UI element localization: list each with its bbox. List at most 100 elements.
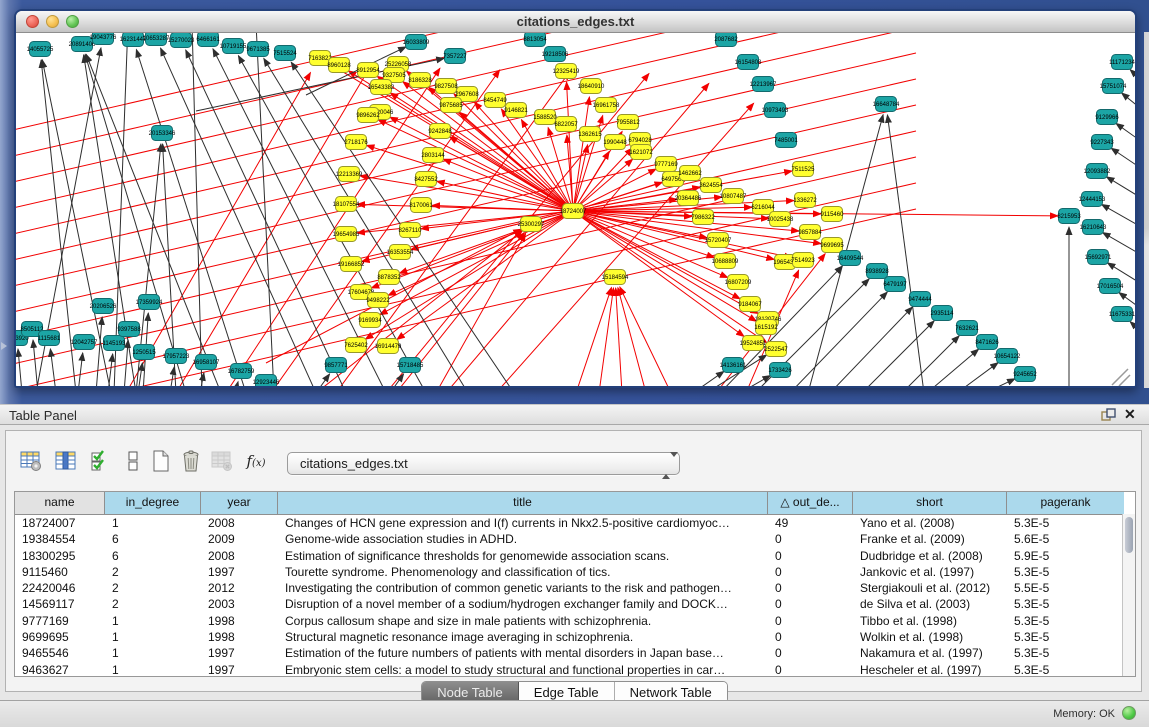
graph-node[interactable]: 8186328 — [408, 73, 432, 88]
column-header-out_de[interactable]: △ out_de... — [768, 492, 853, 514]
table-cell[interactable]: 1 — [105, 645, 201, 661]
graph-node[interactable]: 12213967 — [750, 77, 777, 92]
table-cell[interactable]: 1 — [105, 613, 201, 629]
graph-node[interactable]: 16782759 — [228, 364, 255, 379]
graph-node[interactable]: 9857771 — [324, 358, 348, 373]
graph-node[interactable]: 1733426 — [768, 363, 792, 378]
close-panel-icon[interactable]: ✕ — [1124, 406, 1136, 423]
graph-node[interactable]: 15751074 — [1100, 79, 1127, 94]
graph-node[interactable]: 8471626 — [975, 335, 999, 350]
graph-node[interactable]: 19166852 — [338, 257, 365, 272]
graph-node[interactable]: 9671385 — [246, 42, 270, 57]
graph-edge[interactable] — [790, 292, 887, 387]
graph-node[interactable]: 20364486 — [675, 191, 702, 206]
table-cell[interactable]: Genome-wide association studies in ADHD. — [278, 531, 768, 547]
new-table-button[interactable] — [148, 448, 174, 474]
graph-node[interactable]: 16648784 — [873, 97, 900, 112]
table-cell[interactable]: 0 — [768, 596, 853, 612]
table-cell[interactable]: Wolkin et al. (1998) — [853, 629, 1007, 645]
table-cell[interactable]: Embryonic stem cells: a model to study s… — [278, 662, 768, 677]
table-cell[interactable]: 5.3E-5 — [1007, 629, 1124, 645]
graph-node[interactable]: 2803144 — [421, 148, 445, 163]
graph-node[interactable]: 12213369 — [336, 167, 363, 182]
graph-edge[interactable] — [235, 382, 238, 387]
graph-node[interactable]: 1250515 — [132, 345, 156, 360]
graph-node[interactable]: 9184067 — [738, 297, 762, 312]
table-cell[interactable]: 5.9E-5 — [1007, 548, 1124, 564]
table-row[interactable]: 1830029562008Estimation of significance … — [15, 548, 1135, 564]
table-cell[interactable]: Tibbo et al. (1998) — [853, 613, 1007, 629]
graph-node[interactable]: 18724007 — [560, 204, 587, 219]
table-cell[interactable]: 5.3E-5 — [1007, 596, 1124, 612]
graph-edge[interactable] — [927, 349, 979, 387]
graph-node[interactable]: 9857884 — [798, 225, 822, 240]
graph-edge[interactable] — [1130, 321, 1135, 355]
graph-node[interactable]: 16409544 — [837, 251, 864, 266]
graph-node[interactable]: 10688809 — [712, 254, 739, 269]
graph-node[interactable]: 8170061 — [409, 198, 433, 213]
graph-node[interactable]: 10654122 — [994, 349, 1021, 364]
table-row[interactable]: 911546021997Tourette syndrome. Phenomeno… — [15, 564, 1135, 580]
graph-node[interactable]: 10025438 — [767, 212, 794, 227]
graph-edge[interactable] — [618, 288, 646, 387]
table-cell[interactable]: 5.3E-5 — [1007, 613, 1124, 629]
table-cell[interactable]: Changes of HCN gene expression and I(f) … — [278, 515, 768, 531]
column-header-in_degree[interactable]: in_degree — [105, 492, 201, 514]
graph-edge[interactable] — [740, 375, 770, 387]
graph-node[interactable]: 20206526 — [90, 299, 117, 314]
graph-edge[interactable] — [316, 374, 330, 387]
graph-node[interactable]: 9245652 — [1013, 367, 1037, 382]
table-cell[interactable]: 9699695 — [15, 629, 105, 645]
table-cell[interactable]: 2 — [105, 564, 201, 580]
graph-node[interactable]: 9115460 — [821, 207, 845, 222]
graph-node[interactable]: 1621072 — [629, 145, 653, 160]
graph-node[interactable]: 12325419 — [553, 64, 580, 79]
table-row[interactable]: 2242004622012Investigating the contribut… — [15, 580, 1135, 596]
graph-edge[interactable] — [902, 336, 959, 387]
graph-edge[interactable] — [616, 288, 622, 387]
graph-node[interactable]: 7986322 — [691, 210, 715, 225]
graph-node[interactable]: 15718485 — [397, 358, 424, 373]
table-cell[interactable]: Investigating the contribution of common… — [278, 580, 768, 596]
table-selector-dropdown[interactable]: citations_edges.txt — [287, 452, 680, 475]
table-cell[interactable]: 18300295 — [15, 548, 105, 564]
table-cell[interactable]: Corpus callosum shape and size in male p… — [278, 613, 768, 629]
table-cell[interactable]: 0 — [768, 613, 853, 629]
vertical-scrollbar[interactable] — [1122, 514, 1135, 676]
graph-node[interactable]: 8878352 — [377, 270, 401, 285]
graph-node[interactable]: 15720407 — [705, 233, 732, 248]
graph-edge[interactable] — [985, 379, 1015, 387]
graph-node[interactable]: 17016504 — [1097, 279, 1124, 294]
column-header-short[interactable]: short — [853, 492, 1007, 514]
graph-node[interactable]: 20153346 — [149, 126, 176, 141]
graph-node[interactable]: 18640910 — [578, 79, 605, 94]
graph-node[interactable]: 16353554 — [387, 245, 414, 260]
column-header-title[interactable]: title — [278, 492, 768, 514]
table-cell[interactable]: 6 — [105, 548, 201, 564]
graph-node[interactable]: 16961758 — [593, 98, 620, 113]
graph-node[interactable]: 25300297 — [518, 217, 545, 232]
network-graph[interactable]: 1872400725300297716382289601288912954252… — [16, 33, 1135, 387]
memory-ok-indicator-icon[interactable] — [1122, 706, 1136, 720]
table-cell[interactable]: 1998 — [201, 629, 278, 645]
table-cell[interactable]: 9465546 — [15, 645, 105, 661]
graph-node[interactable]: 16543382 — [368, 80, 395, 95]
network-view-window[interactable]: citations_edges.txt 18724007253002977163… — [14, 9, 1137, 388]
graph-edge[interactable] — [1111, 148, 1135, 185]
delete-entries-button[interactable] — [178, 448, 204, 474]
graph-node[interactable]: 6466161 — [196, 33, 220, 47]
graph-node[interactable]: 3624554 — [699, 178, 723, 193]
graph-edge[interactable] — [378, 120, 573, 211]
graph-node[interactable]: 2935114 — [931, 306, 955, 321]
graph-edge[interactable] — [16, 33, 916, 221]
graph-node[interactable]: 2522547 — [764, 342, 788, 357]
graph-node[interactable]: 2718176 — [344, 135, 368, 150]
graph-node[interactable]: 12042757 — [71, 335, 98, 350]
function-builder-button[interactable]: f(x) — [240, 448, 272, 474]
graph-node[interactable]: 9397588 — [117, 322, 141, 337]
graph-node[interactable]: 8960128 — [327, 58, 351, 73]
graph-node[interactable]: 9169934 — [358, 313, 382, 328]
graph-node[interactable]: 12444153 — [1079, 192, 1106, 207]
graph-edge[interactable] — [573, 211, 774, 259]
graph-node[interactable]: 7485001 — [774, 133, 798, 148]
